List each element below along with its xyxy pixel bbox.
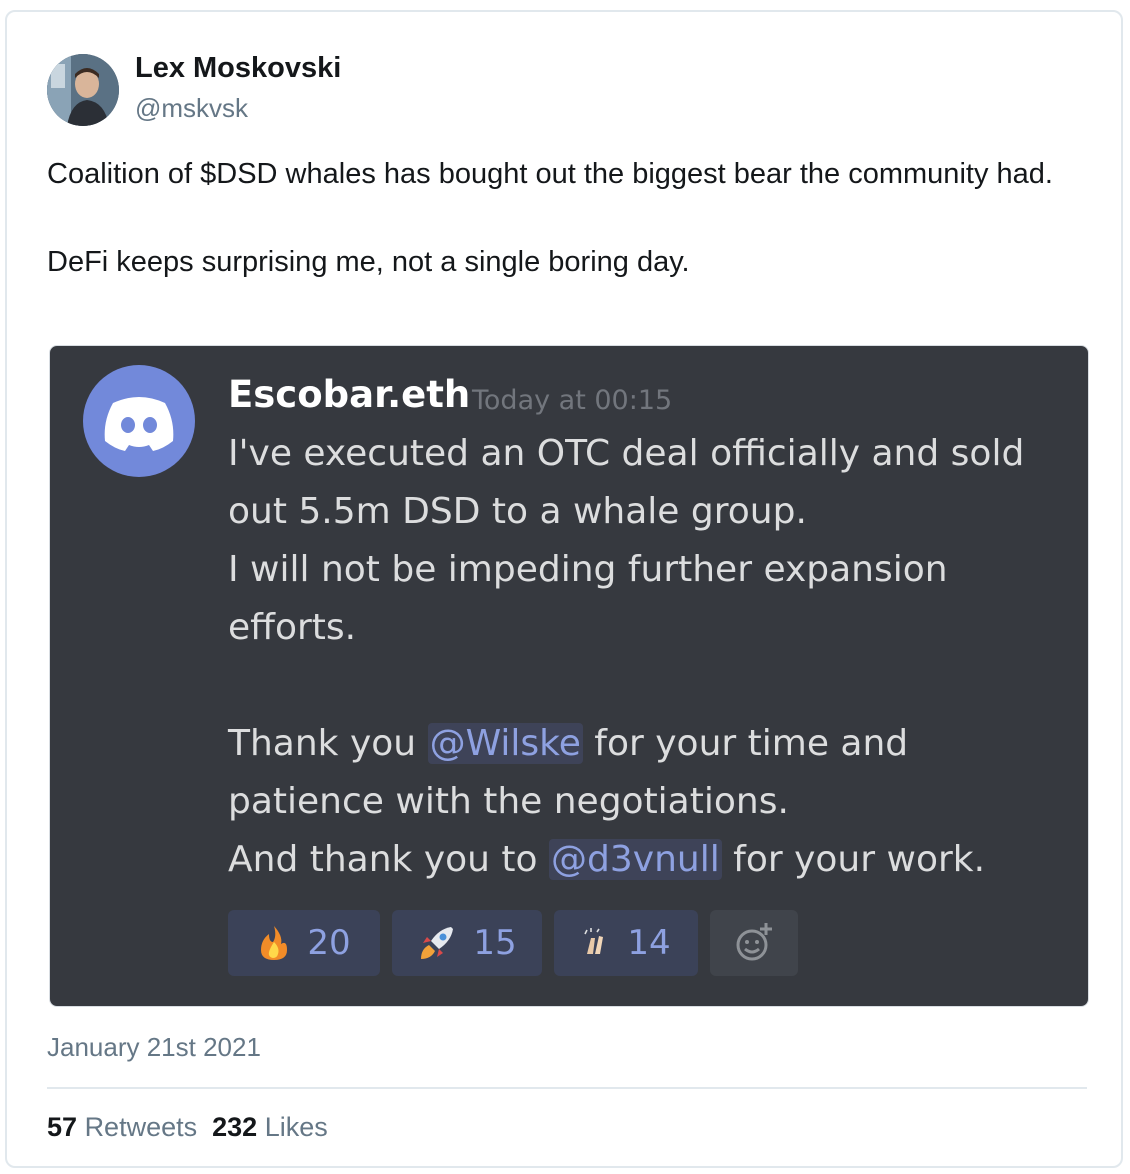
clapping-hands-icon [584,928,604,954]
reaction-rocket[interactable]: 15 [392,910,542,976]
reaction-clap[interactable]: 14 [554,910,698,976]
likes-stat[interactable]: 232 Likes [212,1112,328,1142]
retweets-label: Retweets [84,1112,198,1142]
thanks-2-suffix: for your work. [721,839,986,880]
message-line-1: I've executed an OTC deal officially and… [228,433,1025,532]
add-reaction-button[interactable] [710,910,798,976]
add-reaction-icon [736,923,772,961]
tweet-text: Coalition of $DSD whales has bought out … [47,158,1053,278]
author-handle[interactable]: @mskvsk [135,93,248,124]
tweet-date[interactable]: January 21st 2021 [47,1032,261,1063]
author-avatar[interactable] [47,54,119,126]
reaction-clap-count: 14 [627,923,671,963]
retweets-count: 57 [47,1112,78,1142]
reaction-rocket-count: 15 [473,923,517,963]
reaction-fire[interactable]: 20 [228,910,380,976]
tweet-card: Lex Moskovski @mskvsk Coalition of $DSD … [5,10,1123,1168]
message-line-2: I will not be impeding further expansion… [228,549,948,648]
likes-label: Likes [264,1112,328,1142]
embedded-discord-screenshot[interactable]: Escobar.eth Today at 00:15 I've executed… [49,345,1089,1007]
discord-timestamp: Today at 00:15 [472,385,673,416]
thanks-2-prefix: And thank you to [228,839,550,880]
retweets-stat[interactable]: 57 Retweets [47,1112,197,1142]
mention-wilske[interactable]: @Wilske [427,723,583,764]
engagement-stats: 57 Retweets 232 Likes [47,1112,328,1143]
fire-icon [261,926,288,960]
reaction-fire-count: 20 [307,923,351,963]
mention-d3vnull[interactable]: @d3vnull [549,839,722,880]
message-thanks-2: And thank you to @d3vnull for your work. [228,831,1068,889]
author-name[interactable]: Lex Moskovski [135,52,341,85]
divider [47,1087,1087,1089]
thanks-1-prefix: Thank you [228,723,428,764]
message-thanks-1: Thank you @Wilske for your time and pati… [228,715,1068,831]
rocket-icon [421,927,454,959]
discord-message-body: I've executed an OTC deal officially and… [228,425,1068,889]
avatar-photo [47,54,119,126]
reactions-bar: 20 15 14 [228,910,798,976]
discord-username: Escobar.eth [228,373,471,416]
likes-count: 232 [212,1112,258,1142]
discord-avatar-icon [83,365,195,477]
